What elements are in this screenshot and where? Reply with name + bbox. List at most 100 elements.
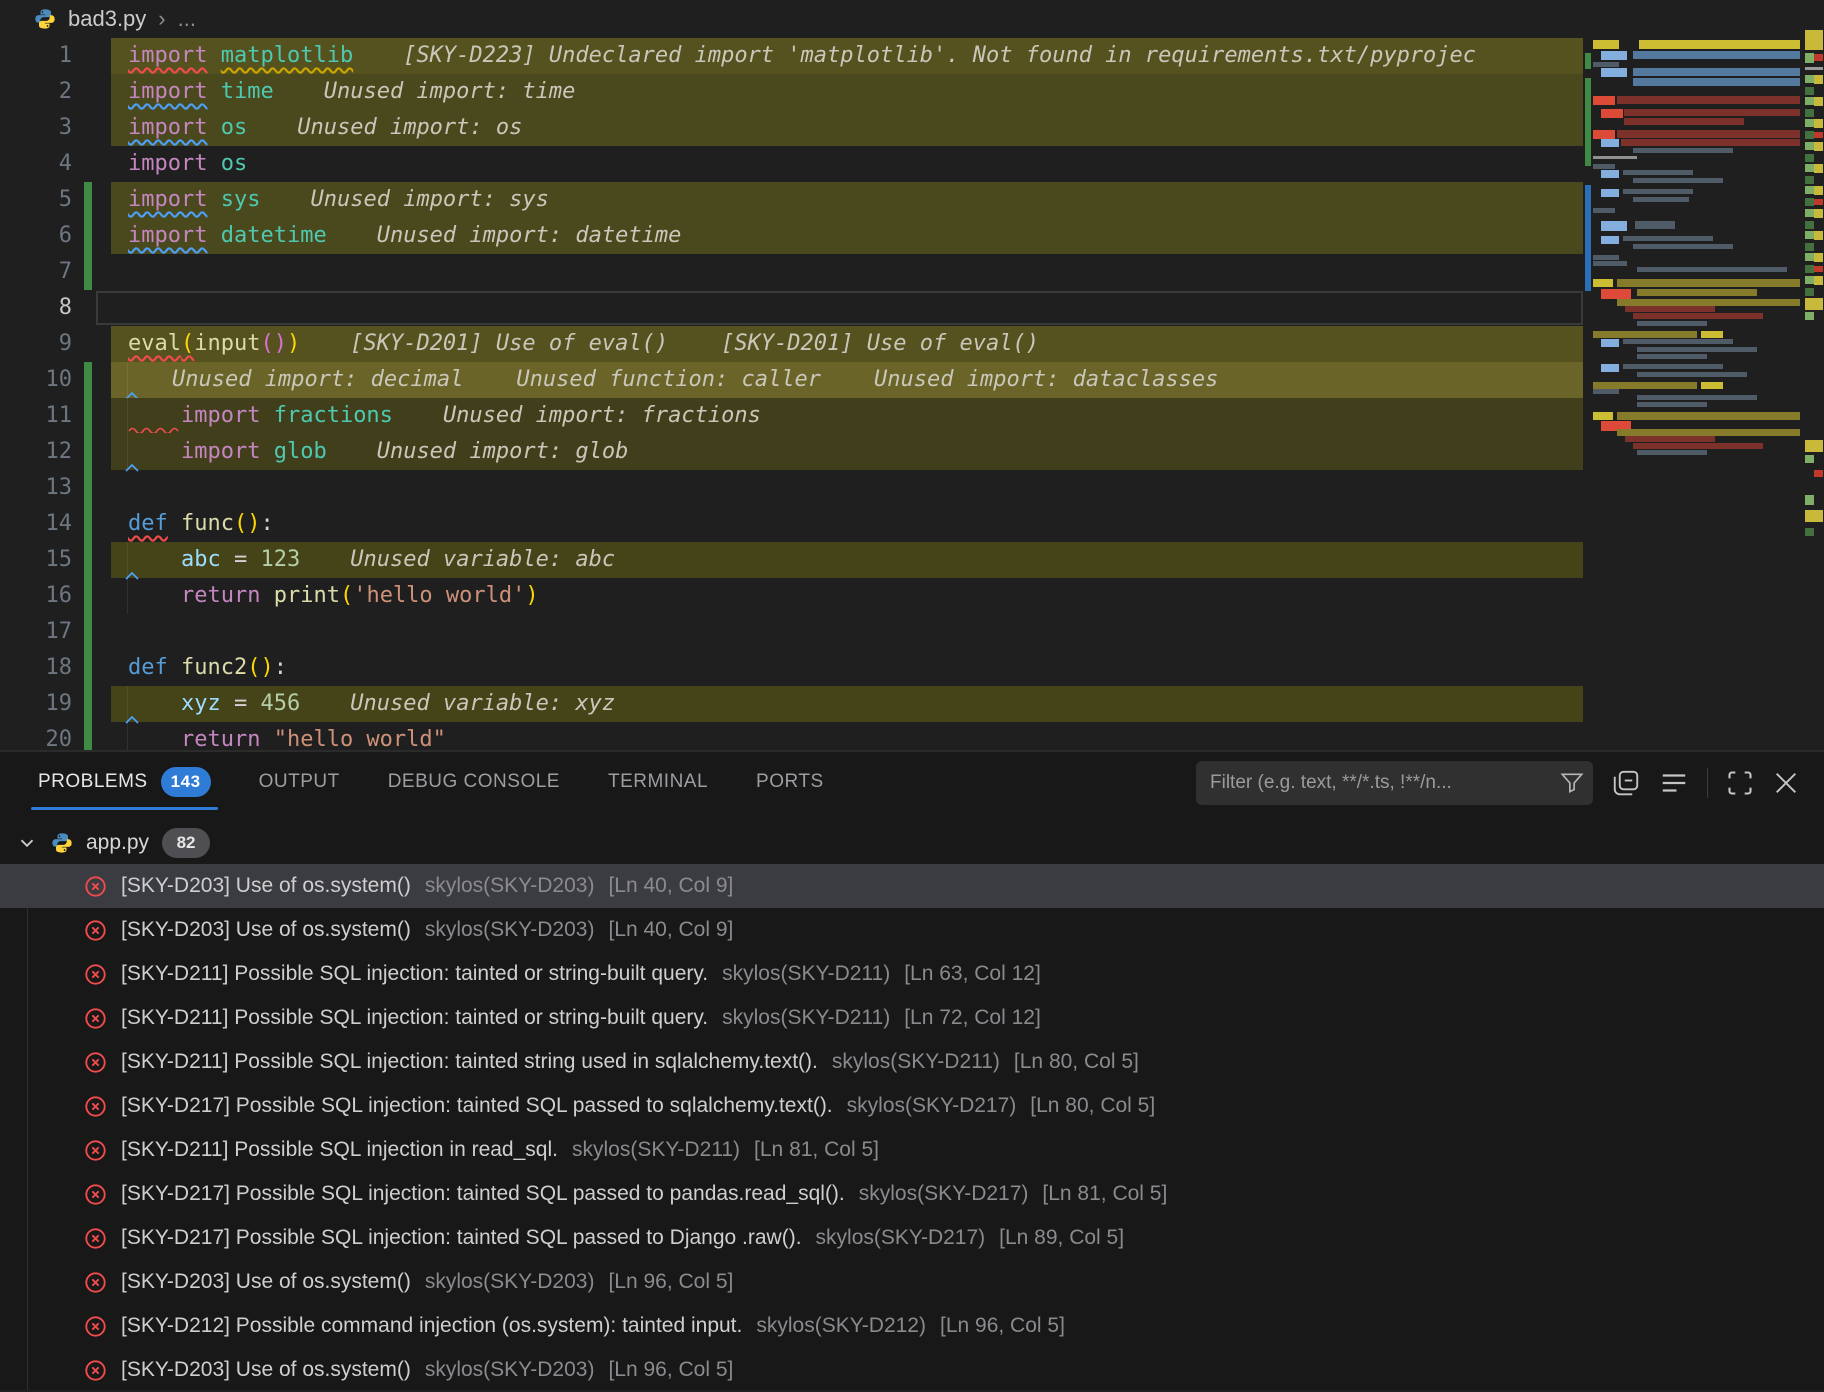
problem-position: [Ln 63, Col 12]: [904, 962, 1041, 986]
problem-message: [SKY-D211] Possible SQL injection: taint…: [121, 1006, 708, 1030]
problem-message: [SKY-D217] Possible SQL injection: taint…: [121, 1094, 833, 1118]
tab-debug-console[interactable]: DEBUG CONSOLE: [388, 752, 560, 812]
filter-input[interactable]: [1196, 761, 1593, 805]
code-line-4[interactable]: 4 import os: [0, 146, 1824, 182]
code-line-20[interactable]: 20 return "hello world": [0, 722, 1824, 750]
problem-row[interactable]: [SKY-D203] Use of os.system() skylos(SKY-…: [0, 1260, 1824, 1304]
problem-message: [SKY-D203] Use of os.system(): [121, 1270, 411, 1294]
code-text: xyz = 456Unused variable: xyz: [128, 686, 1583, 722]
problems-tree: app.py 82 [SKY-D203] Use of os.system() s…: [0, 822, 1824, 1390]
problem-row[interactable]: [SKY-D211] Possible SQL injection: taint…: [0, 1040, 1824, 1084]
line-number: 4: [0, 146, 72, 182]
code-text: import matplotlib[SKY-D223] Undeclared i…: [128, 38, 1583, 74]
modified-line-indicator: [84, 506, 92, 542]
code-line-1[interactable]: 1import matplotlib[SKY-D223] Undeclared …: [0, 38, 1824, 74]
error-icon: [84, 1227, 107, 1250]
tab-output[interactable]: OUTPUT: [259, 752, 340, 812]
problem-position: [Ln 40, Col 9]: [608, 874, 733, 898]
code-line-13[interactable]: 13: [0, 470, 1824, 506]
modified-line-indicator: [84, 650, 92, 686]
problem-message: [SKY-D217] Possible SQL injection: taint…: [121, 1182, 845, 1206]
problem-row[interactable]: [SKY-D212] Possible command injection (o…: [0, 1304, 1824, 1348]
error-icon: [84, 1007, 107, 1030]
inline-diagnostic: Unused variable: abc: [350, 547, 615, 572]
problem-row[interactable]: [SKY-D217] Possible SQL injection: taint…: [0, 1084, 1824, 1128]
breadcrumb-more[interactable]: ...: [178, 6, 196, 32]
code-lines[interactable]: 1import matplotlib[SKY-D223] Undeclared …: [0, 38, 1824, 750]
problem-row[interactable]: [SKY-D217] Possible SQL injection: taint…: [0, 1172, 1824, 1216]
error-icon: [84, 1095, 107, 1118]
breadcrumb-filename[interactable]: bad3.py: [68, 6, 146, 32]
code-line-15[interactable]: 15 abc = 123Unused variable: abc: [0, 542, 1824, 578]
problems-filter[interactable]: [1196, 761, 1593, 805]
code-text: return "hello world": [128, 722, 1583, 750]
code-line-18[interactable]: 18def func2():: [0, 650, 1824, 686]
breadcrumb[interactable]: bad3.py › ...: [0, 0, 1824, 38]
toolbar-separator: [1707, 768, 1708, 798]
line-number: 16: [0, 578, 72, 614]
tab-problems[interactable]: PROBLEMS 143: [38, 752, 211, 812]
code-line-14[interactable]: 14def func():: [0, 506, 1824, 542]
line-number: 11: [0, 398, 72, 434]
code-line-10[interactable]: 10Unused import: decimal Unused function…: [0, 362, 1824, 398]
tab-terminal[interactable]: TERMINAL: [608, 752, 708, 812]
maximize-panel-icon[interactable]: [1726, 769, 1754, 797]
problem-source: skylos(SKY-D203): [425, 1270, 595, 1294]
editor[interactable]: bad3.py › ... 1import matplotlib[SKY-D22…: [0, 0, 1824, 750]
code-line-9[interactable]: 9eval(input())[SKY-D201] Use of eval() […: [0, 326, 1824, 362]
problem-message: [SKY-D217] Possible SQL injection: taint…: [121, 1226, 802, 1250]
code-line-16[interactable]: 16 return print('hello world'): [0, 578, 1824, 614]
problem-row[interactable]: [SKY-D217] Possible SQL injection: taint…: [0, 1216, 1824, 1260]
line-number: 14: [0, 506, 72, 542]
problem-rows: [SKY-D203] Use of os.system() skylos(SKY-…: [0, 864, 1824, 1392]
code-line-12[interactable]: 12 import globUnused import: glob: [0, 434, 1824, 470]
problem-row[interactable]: [SKY-D203] Use of os.system()skylos(SKY-…: [0, 1348, 1824, 1392]
problem-source: skylos(SKY-D203): [425, 1358, 595, 1382]
code-line-17[interactable]: 17: [0, 614, 1824, 650]
code-line-6[interactable]: 6import datetimeUnused import: datetime: [0, 218, 1824, 254]
view-as-list-icon[interactable]: [1659, 768, 1689, 798]
problem-row[interactable]: [SKY-D211] Possible SQL injection: taint…: [0, 996, 1824, 1040]
code-line-5[interactable]: 5import sysUnused import: sys: [0, 182, 1824, 218]
inline-diagnostic: Unused import: time: [324, 79, 576, 104]
problem-row[interactable]: [SKY-D211] Possible SQL injection in rea…: [0, 1128, 1824, 1172]
problem-source: skylos(SKY-D212): [756, 1314, 926, 1338]
inline-diagnostic: Unused import: decimal Unused function: …: [172, 367, 1218, 392]
code-text: import os: [128, 146, 1583, 182]
line-number: 17: [0, 614, 72, 650]
problem-source: skylos(SKY-D217): [816, 1226, 986, 1250]
problem-row[interactable]: [SKY-D203] Use of os.system()skylos(SKY-…: [0, 864, 1824, 908]
problem-position: [Ln 40, Col 9]: [608, 918, 733, 942]
line-number: 18: [0, 650, 72, 686]
code-line-19[interactable]: 19 xyz = 456Unused variable: xyz: [0, 686, 1824, 722]
problem-position: [Ln 96, Col 5]: [940, 1314, 1065, 1338]
overview-ruler[interactable]: [1803, 0, 1824, 750]
group-count-badge: 82: [162, 828, 210, 858]
close-panel-icon[interactable]: [1772, 769, 1800, 797]
modified-line-indicator: [84, 614, 92, 650]
problems-file-group[interactable]: app.py 82: [0, 822, 1824, 864]
problem-source: skylos(SKY-D217): [847, 1094, 1017, 1118]
code-text: import fractionsUnused import: fractions: [128, 398, 1583, 434]
problem-row[interactable]: [SKY-D211] Possible SQL injection: taint…: [0, 952, 1824, 996]
error-icon: [84, 1139, 107, 1162]
minimap[interactable]: [1593, 38, 1800, 738]
problem-source: skylos(SKY-D211): [722, 1006, 890, 1030]
modified-line-indicator: [84, 218, 92, 254]
inline-diagnostic: [SKY-D201] Use of eval() [SKY-D201] Use …: [350, 331, 1039, 356]
tab-ports[interactable]: PORTS: [756, 752, 824, 812]
code-line-2[interactable]: 2import timeUnused import: time: [0, 74, 1824, 110]
line-number: 2: [0, 74, 72, 110]
modified-line-indicator: [84, 362, 92, 398]
inline-diagnostic: Unused import: os: [297, 115, 522, 140]
code-line-7[interactable]: 7: [0, 254, 1824, 290]
problem-source: skylos(SKY-D211): [572, 1138, 740, 1162]
code-line-3[interactable]: 3import osUnused import: os: [0, 110, 1824, 146]
line-number: 20: [0, 722, 72, 750]
modified-line-indicator: [84, 470, 92, 506]
collapse-all-icon[interactable]: [1611, 768, 1641, 798]
inline-diagnostic: [SKY-D223] Undeclared import 'matplotlib…: [403, 43, 1476, 68]
code-line-11[interactable]: 11 import fractionsUnused import: fracti…: [0, 398, 1824, 434]
problem-row[interactable]: [SKY-D203] Use of os.system()skylos(SKY-…: [0, 908, 1824, 952]
code-line-8[interactable]: 8: [0, 290, 1824, 326]
